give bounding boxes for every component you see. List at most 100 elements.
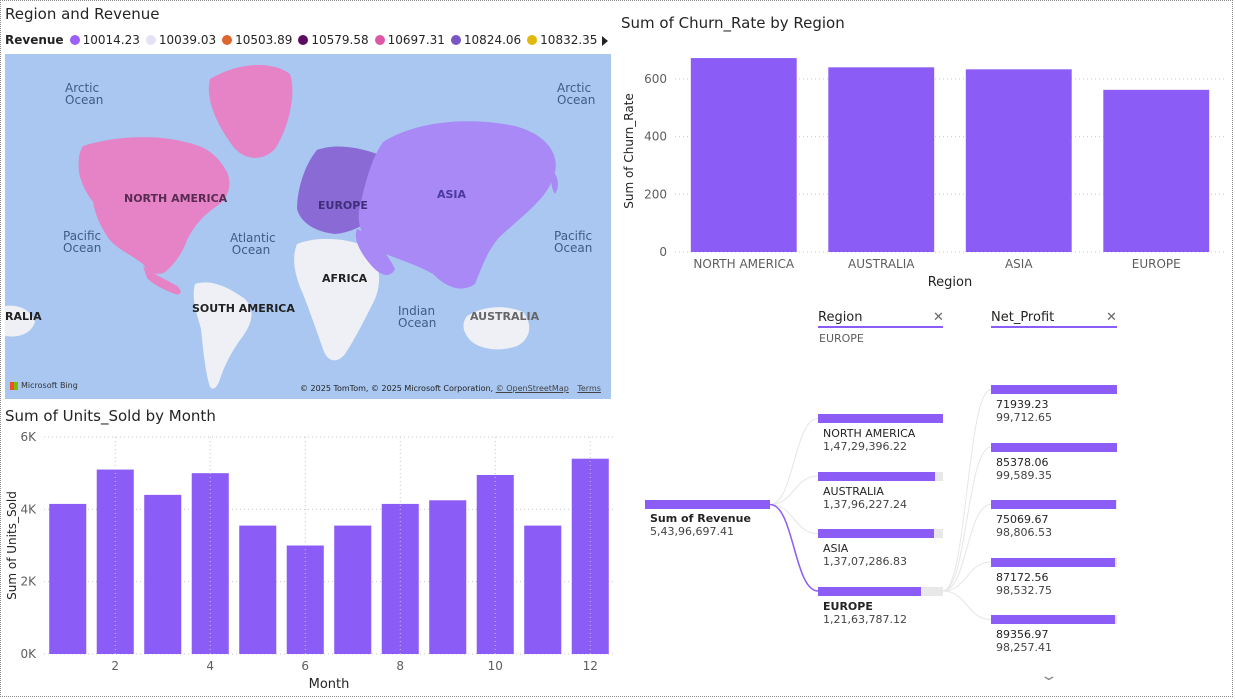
bar[interactable] [1103, 89, 1210, 252]
y-tick-label: 2K [20, 575, 37, 589]
africa-label: AFRICA [322, 272, 368, 285]
tree-root-bar[interactable] [645, 500, 770, 509]
legend-dot [298, 35, 309, 45]
legend-item[interactable]: 10503.89 [222, 33, 292, 47]
legend-value: 10832.35 [540, 33, 598, 47]
legend-dot [145, 35, 156, 45]
x-tick-label: 10 [488, 659, 503, 673]
world-map[interactable]: Arctic Ocean Arctic Ocean NORTH AMERICA … [5, 54, 611, 399]
pacific-ocean-label-right: Pacific Ocean [554, 229, 593, 255]
close-icon[interactable]: ✕ [1106, 310, 1117, 325]
bar[interactable] [571, 458, 609, 654]
tree-level-region[interactable]: Region [818, 310, 863, 325]
net-profit-node-label[interactable]: 75069.67 [996, 513, 1049, 526]
legend-item[interactable]: 10824.06 [450, 33, 522, 47]
attribution-text: © 2025 TomTom, © 2025 Microsoft Corporat… [300, 384, 494, 393]
indian-ocean-label: Indian Ocean [398, 304, 437, 330]
region-bar[interactable] [818, 529, 935, 538]
y-tick-label: 4K [20, 502, 37, 516]
map-title: Region and Revenue [5, 5, 160, 23]
x-axis-title: Region [928, 275, 973, 290]
north-america-label: NORTH AMERICA [124, 192, 228, 205]
bar[interactable] [429, 500, 467, 654]
tree-connector [769, 475, 819, 505]
bing-text: Microsoft Bing [21, 381, 78, 390]
bar[interactable] [239, 525, 277, 654]
net-profit-node-value: 98,806.53 [996, 526, 1052, 539]
tree-level-net-profit[interactable]: Net_Profit [991, 310, 1054, 325]
region-node-label[interactable]: ASIA [823, 542, 848, 555]
region-bar[interactable] [818, 414, 943, 423]
bar[interactable] [524, 525, 562, 654]
legend-item[interactable]: 10832.35 [527, 33, 597, 47]
y-tick-label: 6K [20, 430, 37, 444]
bar[interactable] [690, 58, 797, 252]
legend-value: 10824.06 [463, 33, 522, 47]
legend-more-button[interactable] [602, 36, 608, 46]
bar[interactable] [334, 525, 372, 654]
region-node-value: 1,37,07,286.83 [823, 555, 907, 568]
region-bar[interactable] [818, 471, 936, 481]
osm-link[interactable]: © OpenStreetMap [496, 384, 569, 393]
legend-dot [450, 35, 461, 45]
net-profit-bar[interactable] [991, 615, 1116, 624]
churn-chart: 0 200 400 600 NORTH AMERICA AUSTRALIA ASIA EURO… [622, 58, 1225, 290]
legend-value: 10039.03 [158, 33, 217, 47]
greenland-region[interactable] [208, 64, 293, 158]
region-node-value: 1,37,96,227.24 [823, 497, 907, 511]
japan-region[interactable] [551, 172, 558, 194]
europe-label: EUROPE [318, 199, 368, 212]
legend-dot [69, 35, 80, 45]
legend-item[interactable]: 10697.31 [374, 33, 445, 47]
region-node-value: 1,47,29,396.22 [823, 440, 907, 453]
region-node-label[interactable]: NORTH AMERICA [823, 427, 915, 440]
asia-label: ASIA [437, 188, 467, 201]
region-bar[interactable] [818, 586, 922, 596]
bar[interactable] [381, 503, 419, 654]
net-profit-bar[interactable] [991, 500, 1116, 509]
net-profit-node-label[interactable]: 71939.23 [996, 398, 1049, 411]
units-chart: 0K 2K 4K 6K 2 4 6 8 10 12 Month Sum of Units_Sold [5, 430, 614, 692]
bar[interactable] [965, 69, 1072, 252]
pacific-ocean-label-left: Pacific Ocean [63, 229, 102, 255]
legend-item[interactable]: 10014.23 [69, 33, 140, 47]
net-profit-node-value: 99,712.65 [996, 411, 1052, 424]
south-america-label: SOUTH AMERICA [192, 302, 295, 315]
australia-fragment-label: RALIA [5, 310, 42, 323]
net-profit-level-underline [991, 326, 1117, 328]
net-profit-node-label[interactable]: 85378.06 [996, 456, 1049, 469]
legend-item[interactable]: 10579.58 [298, 33, 369, 47]
south-america-region[interactable] [193, 282, 252, 389]
net-profit-node-label[interactable]: 87172.56 [996, 571, 1049, 584]
region-node-label[interactable]: EUROPE [823, 600, 873, 613]
region-level-underline [818, 326, 943, 328]
tree-connector [769, 503, 819, 592]
chevron-down-icon[interactable]: ⌄ [1039, 668, 1058, 684]
net-profit-node-value: 99,589.35 [996, 468, 1052, 482]
tree-connector [769, 418, 819, 505]
net-profit-bar[interactable] [991, 442, 1117, 452]
bar[interactable] [191, 473, 229, 654]
net-profit-node-label[interactable]: 89356.97 [996, 628, 1049, 641]
close-icon[interactable]: ✕ [933, 310, 944, 325]
region-node-value: 1,21,63,787.12 [823, 612, 907, 626]
bar[interactable] [144, 494, 182, 654]
x-tick-label: ASIA [1005, 257, 1033, 271]
y-tick-label: 400 [644, 130, 667, 144]
tree-root-label: Sum of Revenue [650, 512, 751, 525]
north-america-region[interactable] [78, 137, 230, 274]
y-axis-title: Sum of Units_Sold [5, 491, 19, 600]
net-profit-bar[interactable] [991, 557, 1116, 567]
tree-connector [942, 590, 992, 620]
y-tick-label: 0 [659, 245, 667, 259]
legend-value: 10014.23 [82, 33, 140, 47]
net-profit-bar[interactable] [991, 385, 1117, 394]
bar[interactable] [828, 67, 935, 252]
atlantic-ocean-label: Atlantic Ocean [230, 231, 276, 257]
legend-dot [374, 35, 385, 45]
bar[interactable] [49, 503, 87, 654]
tree-root-value: 5,43,96,697.41 [650, 525, 734, 538]
region-node-label[interactable]: AUSTRALIA [823, 485, 884, 498]
legend-item[interactable]: 10039.03 [145, 33, 217, 47]
terms-link[interactable]: Terms [577, 384, 601, 393]
